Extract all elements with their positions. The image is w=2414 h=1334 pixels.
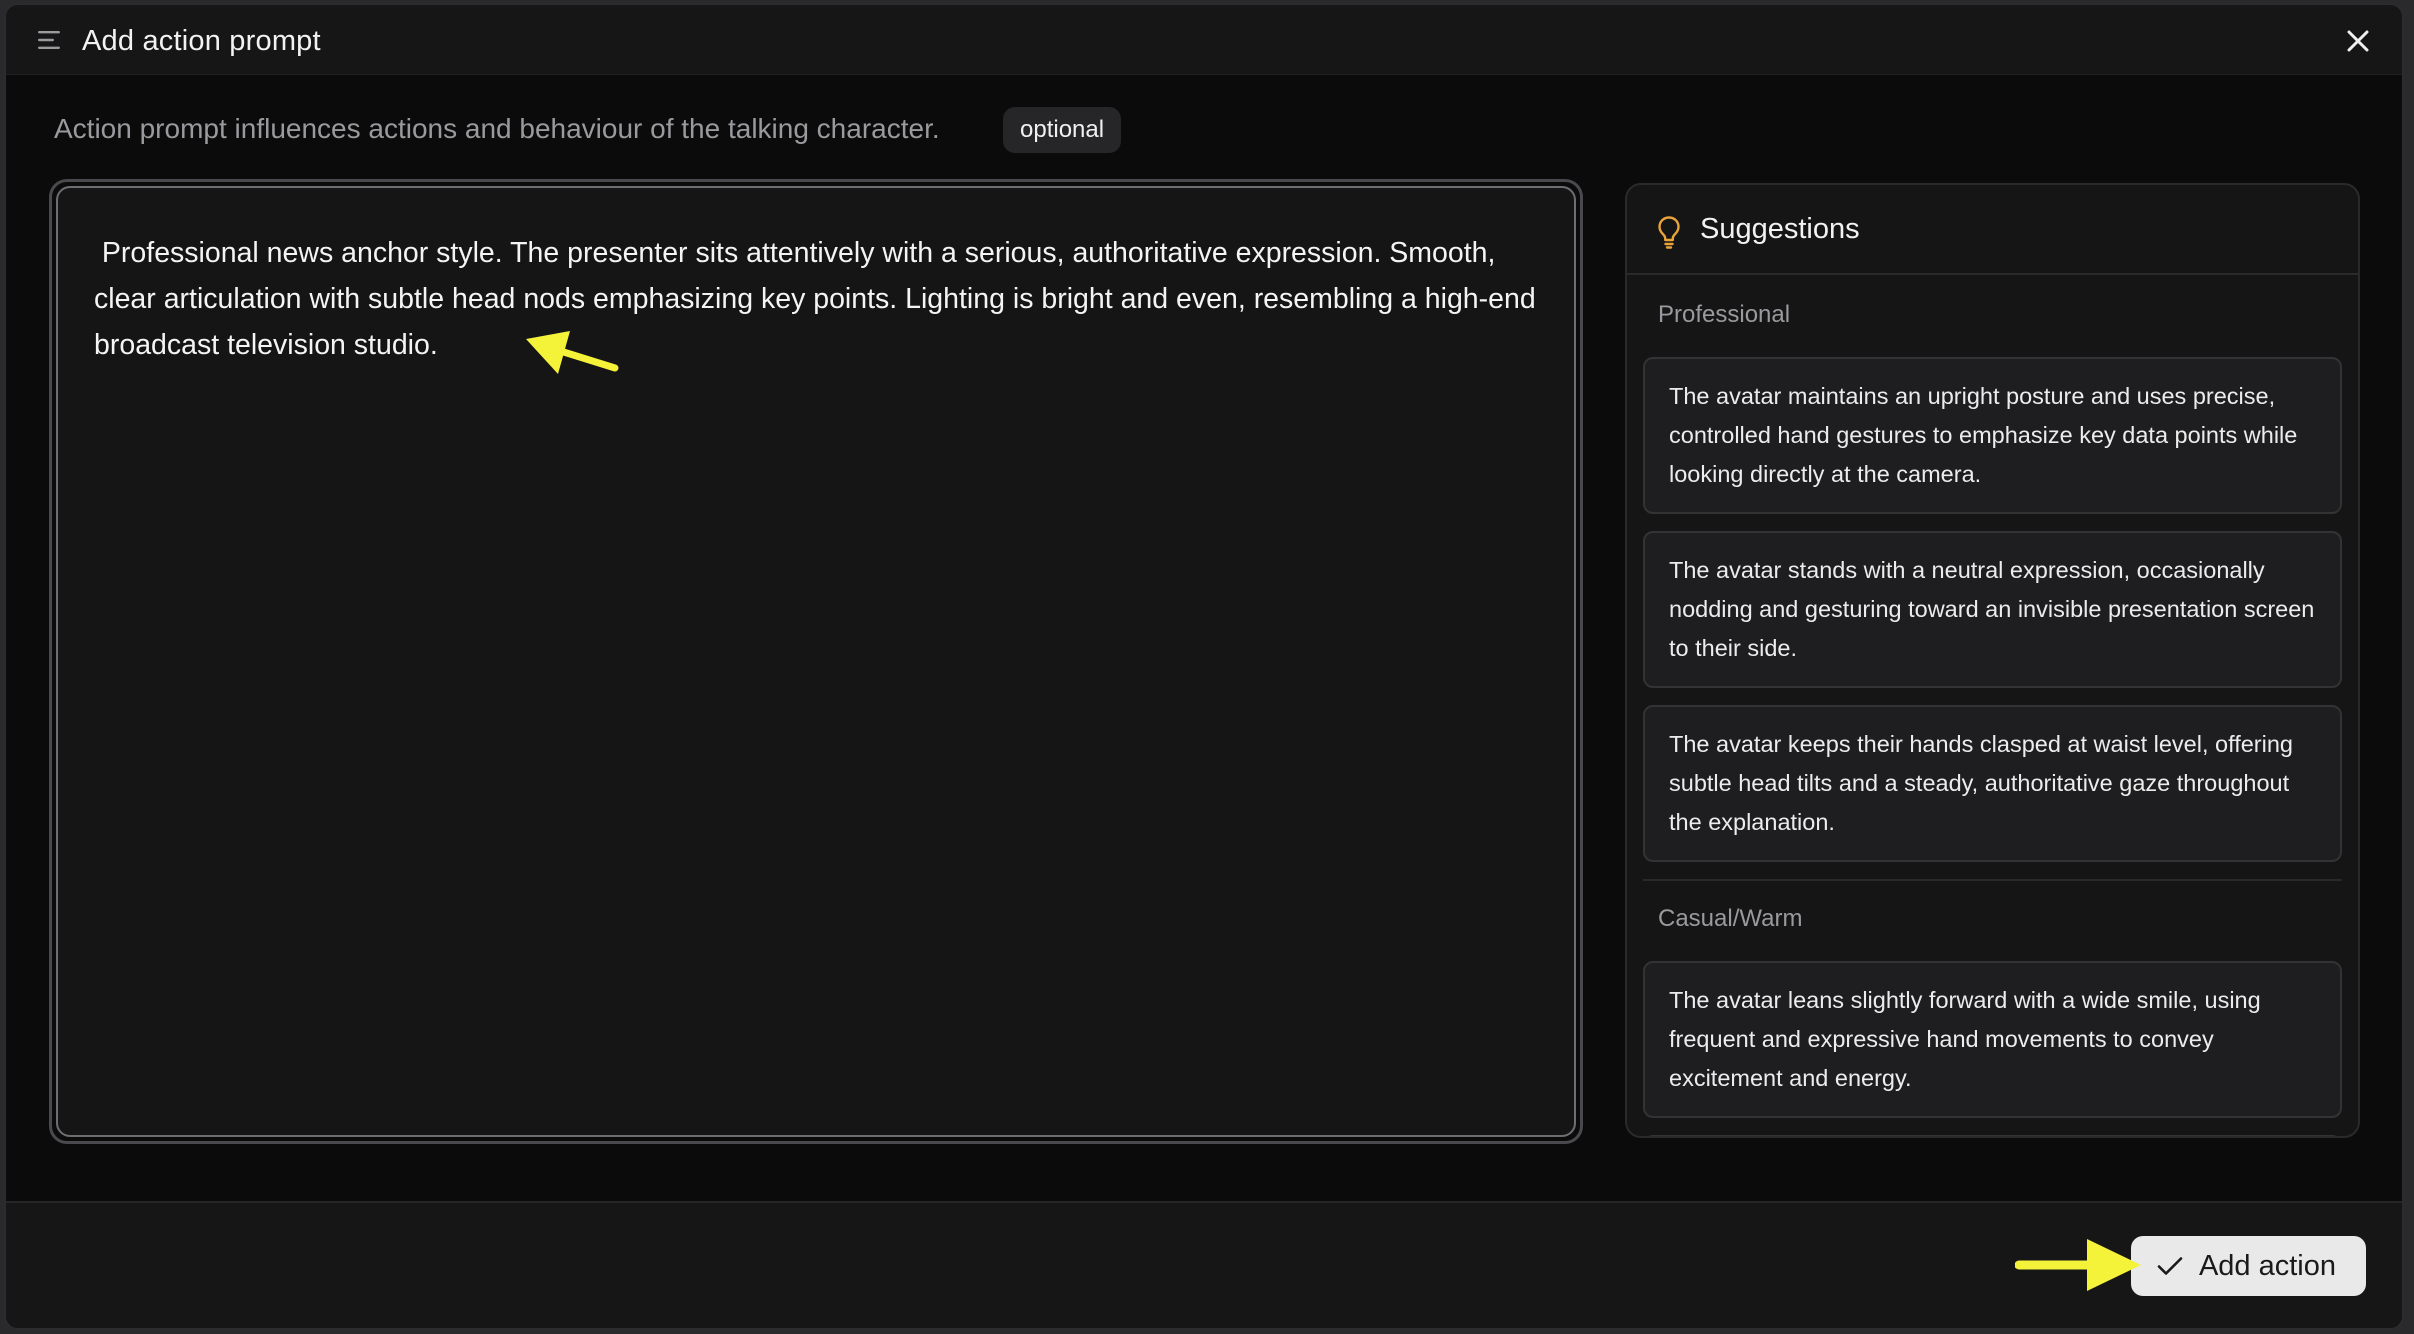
category-label-casual-warm: Casual/Warm [1658,905,1803,932]
suggestions-header: Suggestions [1627,185,2358,275]
dialog-title: Add action prompt [82,25,321,57]
optional-badge: optional [1003,107,1122,153]
suggestion-card[interactable]: The avatar leans slightly forward with a… [1643,961,2342,1118]
action-prompt-textarea[interactable]: Professional news anchor style. The pres… [56,186,1576,1137]
dialog-header: Add action prompt [6,5,2402,75]
add-action-button[interactable]: Add action [2130,1236,2366,1296]
suggestion-card[interactable]: The avatar keeps their hands clasped at … [1643,705,2342,862]
category-label-professional: Professional [1658,301,1791,328]
add-action-label: Add action [2198,1249,2336,1282]
annotation-arrow-add-action [2015,1239,2141,1291]
action-prompt-field[interactable]: Professional news anchor style. The pres… [49,179,1583,1144]
lightbulb-icon [1658,216,1680,249]
action-prompt-value[interactable]: Professional news anchor style. The pres… [94,230,1544,368]
suggestions-list: Professional The avatar maintains an upr… [1627,275,2358,1136]
suggestion-card[interactable]: The avatar stands with a neutral express… [1643,531,2342,688]
suggestions-title: Suggestions [1700,213,1860,245]
menu-lines-icon[interactable] [38,30,64,50]
check-icon [2157,1257,2183,1275]
suggestions-panel: Suggestions Professional The avatar main… [1625,183,2360,1138]
suggestion-card-partial[interactable] [1643,1135,2342,1136]
annotation-arrow-prompt [526,331,619,374]
close-icon[interactable] [2342,25,2374,57]
add-action-prompt-dialog: Add action prompt Action prompt influenc… [4,3,2404,1330]
dialog-description: Action prompt influences actions and beh… [54,113,940,144]
suggestion-card[interactable]: The avatar maintains an upright posture … [1643,357,2342,514]
